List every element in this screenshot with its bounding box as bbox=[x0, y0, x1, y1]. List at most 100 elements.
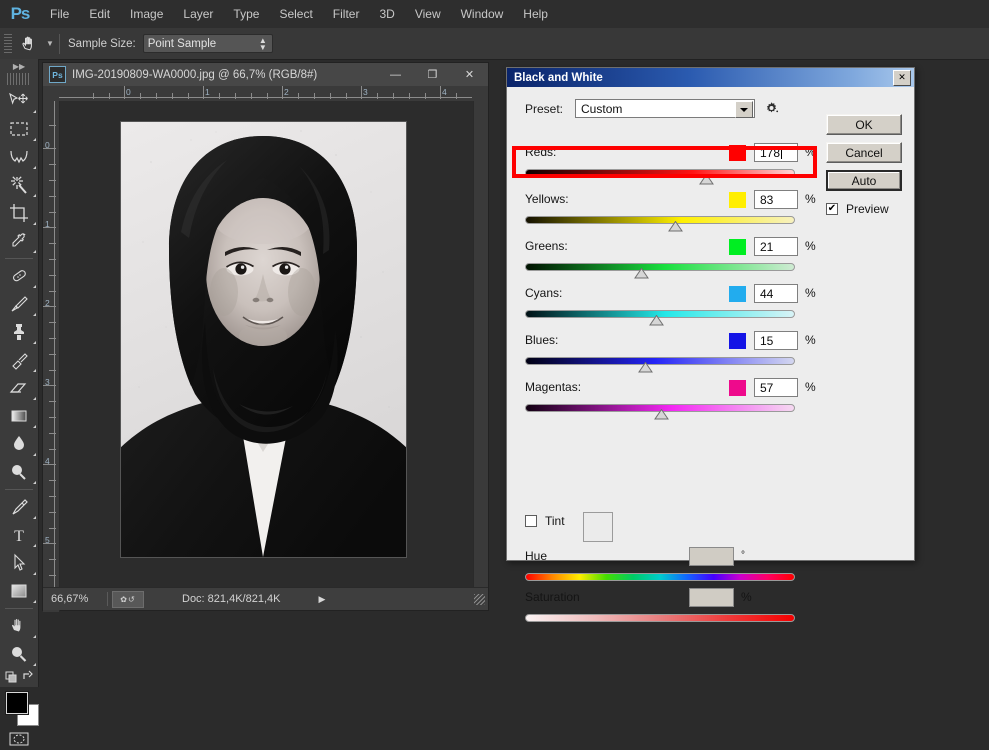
sample-size-select[interactable]: Point Sample ▲ ▼ bbox=[142, 34, 273, 53]
menu-type[interactable]: Type bbox=[223, 0, 269, 28]
canvas-area[interactable] bbox=[60, 101, 474, 588]
minimize-button[interactable]: — bbox=[377, 64, 414, 86]
blur-tool[interactable] bbox=[0, 430, 38, 458]
tool-preset-chevron-down-icon[interactable]: ▼ bbox=[43, 31, 57, 56]
magic-wand-tool[interactable] bbox=[0, 171, 38, 199]
spot-healing-brush-tool[interactable] bbox=[0, 262, 38, 290]
channel-color-swatch bbox=[729, 192, 746, 208]
sample-size-label: Sample Size: bbox=[68, 37, 136, 50]
menu-help[interactable]: Help bbox=[513, 0, 558, 28]
crop-tool[interactable] bbox=[0, 199, 38, 227]
saturation-unit: % bbox=[741, 590, 752, 604]
hand-tool-icon[interactable] bbox=[15, 31, 43, 56]
saturation-value-input[interactable] bbox=[689, 588, 734, 607]
document-title-bar[interactable]: Ps IMG-20190809-WA0000.jpg @ 66,7% (RGB/… bbox=[43, 63, 488, 87]
channel-track[interactable] bbox=[525, 169, 795, 177]
menu-edit[interactable]: Edit bbox=[79, 0, 120, 28]
channel-thumb[interactable] bbox=[637, 362, 653, 373]
ruler-h-mark: 4 bbox=[442, 87, 447, 97]
saturation-track[interactable] bbox=[525, 614, 795, 622]
toolbar-divider bbox=[5, 608, 33, 609]
menu-filter[interactable]: Filter bbox=[323, 0, 370, 28]
channel-track[interactable] bbox=[525, 216, 795, 224]
eyedropper-tool[interactable] bbox=[0, 227, 38, 255]
status-menu-arrow-icon[interactable]: ▶ bbox=[318, 594, 325, 605]
history-brush-tool[interactable] bbox=[0, 346, 38, 374]
preset-dropdown[interactable]: Custom bbox=[575, 99, 756, 118]
menu-file[interactable]: File bbox=[40, 0, 79, 28]
status-toggle-icon[interactable]: ✿↺ bbox=[112, 590, 144, 608]
dodge-tool[interactable] bbox=[0, 458, 38, 486]
tint-checkbox[interactable] bbox=[525, 515, 537, 527]
rectangular-marquee-tool[interactable] bbox=[0, 115, 38, 143]
dialog-title-bar[interactable]: Black and White ✕ bbox=[507, 68, 914, 87]
lasso-tool[interactable] bbox=[0, 143, 38, 171]
menu-layer[interactable]: Layer bbox=[173, 0, 223, 28]
path-selection-tool[interactable] bbox=[0, 549, 38, 577]
dialog-close-button[interactable]: ✕ bbox=[893, 69, 911, 86]
vertical-ruler[interactable]: 0 1 2 3 4 5 bbox=[43, 101, 60, 612]
hue-value-input[interactable] bbox=[689, 547, 734, 566]
saturation-label: Saturation bbox=[525, 590, 580, 604]
tool-submenu-indicator bbox=[33, 285, 36, 288]
color-swatches[interactable] bbox=[0, 688, 39, 728]
channel-value-input[interactable]: 178 bbox=[754, 143, 798, 162]
channel-thumb[interactable] bbox=[667, 221, 683, 232]
move-tool[interactable] bbox=[0, 87, 38, 115]
rectangle-tool[interactable] bbox=[0, 577, 38, 605]
canvas-vertical-scrollbar[interactable] bbox=[473, 101, 488, 588]
hue-track[interactable] bbox=[525, 573, 795, 581]
gear-icon[interactable] bbox=[764, 101, 779, 116]
auto-button[interactable]: Auto bbox=[826, 170, 902, 191]
horizontal-ruler[interactable]: 0 1 2 3 4 bbox=[43, 86, 488, 102]
chevron-down-icon[interactable] bbox=[735, 101, 754, 118]
toolbar-collapse-icon[interactable]: ▶▶ bbox=[0, 59, 38, 73]
menu-window[interactable]: Window bbox=[451, 0, 514, 28]
menu-image[interactable]: Image bbox=[120, 0, 173, 28]
foreground-color-swatch[interactable] bbox=[6, 692, 28, 714]
channel-thumb[interactable] bbox=[648, 315, 664, 326]
gradient-tool[interactable] bbox=[0, 402, 38, 430]
channel-value-input[interactable]: 57 bbox=[754, 378, 798, 397]
horizontal-type-tool[interactable]: T bbox=[0, 521, 38, 549]
cancel-button[interactable]: Cancel bbox=[826, 142, 902, 163]
channel-thumb[interactable] bbox=[698, 174, 714, 185]
zoom-tool[interactable] bbox=[0, 640, 38, 668]
channel-value-input[interactable]: 44 bbox=[754, 284, 798, 303]
menu-3d[interactable]: 3D bbox=[369, 0, 404, 28]
tool-submenu-indicator bbox=[33, 194, 36, 197]
preview-checkbox[interactable]: ✔ bbox=[826, 203, 838, 215]
ruler-corner[interactable] bbox=[43, 86, 59, 101]
quick-mask-toggle-icon[interactable] bbox=[0, 728, 38, 750]
hand-tool[interactable] bbox=[0, 612, 38, 640]
menu-view[interactable]: View bbox=[405, 0, 451, 28]
channel-track[interactable] bbox=[525, 357, 795, 365]
tool-submenu-indicator bbox=[33, 425, 36, 428]
channel-value-input[interactable]: 15 bbox=[754, 331, 798, 350]
tool-submenu-indicator bbox=[33, 600, 36, 603]
status-divider bbox=[107, 592, 108, 606]
channel-value-input[interactable]: 83 bbox=[754, 190, 798, 209]
channel-label: Greens: bbox=[525, 239, 568, 253]
close-button[interactable]: ✕ bbox=[451, 64, 488, 86]
channel-thumb[interactable] bbox=[654, 409, 669, 420]
channel-value-input[interactable]: 21 bbox=[754, 237, 798, 256]
channel-label: Yellows: bbox=[525, 192, 569, 206]
options-bar-grip[interactable] bbox=[4, 33, 12, 54]
toolbar-grip[interactable] bbox=[7, 73, 31, 85]
pen-tool[interactable] bbox=[0, 493, 38, 521]
menu-select[interactable]: Select bbox=[269, 0, 322, 28]
channel-thumb[interactable] bbox=[633, 268, 649, 279]
tint-color-swatch[interactable] bbox=[582, 512, 613, 542]
maximize-button[interactable]: ❐ bbox=[414, 64, 451, 86]
hue-label: Hue bbox=[525, 549, 548, 563]
clone-stamp-tool[interactable] bbox=[0, 318, 38, 346]
zoom-level[interactable]: 66,67% bbox=[43, 593, 107, 605]
portrait-photo[interactable] bbox=[120, 121, 407, 558]
channel-track[interactable] bbox=[525, 263, 795, 271]
ok-button[interactable]: OK bbox=[826, 114, 902, 135]
options-bar: ▼ Sample Size: Point Sample ▲ ▼ bbox=[0, 28, 989, 60]
resize-grip[interactable] bbox=[474, 593, 485, 605]
brush-tool[interactable] bbox=[0, 290, 38, 318]
eraser-tool[interactable] bbox=[0, 374, 38, 402]
